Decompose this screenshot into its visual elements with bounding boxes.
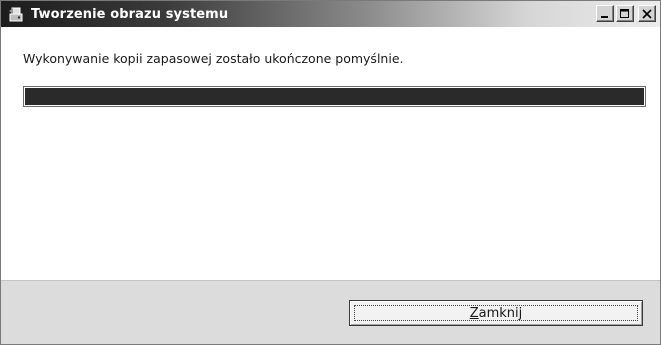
close-button[interactable]: Zamknij xyxy=(349,300,643,326)
backup-app-icon xyxy=(6,4,26,24)
dialog-footer: Zamknij xyxy=(1,280,660,344)
progress-fill xyxy=(25,88,644,105)
window-title: Tworzenie obrazu systemu xyxy=(31,6,229,22)
maximize-button[interactable] xyxy=(616,5,634,22)
dialog-window: Tworzenie obrazu systemu Wykonywanie kop… xyxy=(0,0,661,345)
close-button-label-rest: amknij xyxy=(478,305,523,321)
minimize-icon xyxy=(600,4,610,23)
close-button-label: Zamknij xyxy=(470,306,523,321)
close-button-mnemonic: Z xyxy=(469,305,479,321)
progress-bar xyxy=(23,86,646,107)
minimize-button[interactable] xyxy=(596,5,614,22)
maximize-icon xyxy=(620,4,630,23)
close-window-button[interactable] xyxy=(638,5,656,22)
caption-buttons xyxy=(596,5,656,22)
status-message: Wykonywanie kopii zapasowej zostało ukoń… xyxy=(23,51,404,66)
title-bar[interactable]: Tworzenie obrazu systemu xyxy=(1,1,660,27)
close-icon xyxy=(642,4,652,23)
